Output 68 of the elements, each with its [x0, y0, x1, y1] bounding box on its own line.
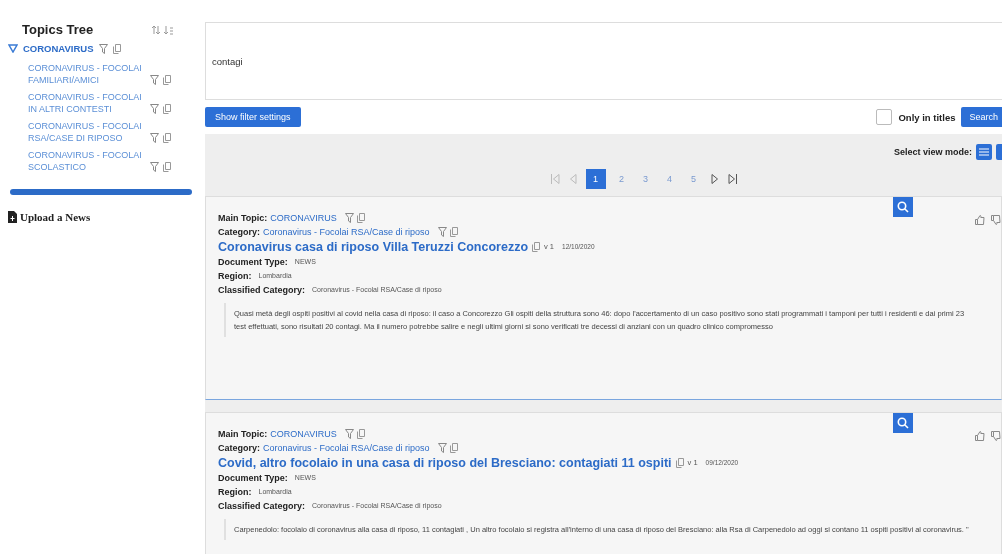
field-label: Classified Category:: [218, 284, 306, 297]
topic-link[interactable]: CORONAVIRUS: [270, 427, 337, 441]
copy-icon[interactable]: [163, 104, 171, 114]
last-page-icon[interactable]: [727, 173, 738, 185]
filter-icon[interactable]: [150, 133, 159, 143]
tree-item[interactable]: CORONAVIRUS: [23, 43, 94, 54]
category-link[interactable]: Coronavirus - Focolai RSA/Case di riposo: [263, 225, 430, 239]
page-button[interactable]: 5: [685, 169, 702, 189]
upload-link[interactable]: Upload a News: [20, 211, 91, 223]
copy-icon[interactable]: [532, 242, 541, 252]
copy-icon[interactable]: [357, 213, 366, 223]
field-label: Category:: [218, 226, 260, 239]
copy-icon[interactable]: [675, 458, 684, 468]
filter-icon[interactable]: [438, 443, 448, 453]
search-button[interactable]: [893, 197, 913, 217]
search-button[interactable]: [893, 413, 913, 433]
search-field[interactable]: contagi: [205, 22, 1002, 100]
thumbs-up-icon[interactable]: [975, 215, 985, 225]
view-mode-label: Select view mode:: [893, 147, 972, 157]
page-button[interactable]: 2: [613, 169, 630, 189]
copy-icon[interactable]: [163, 75, 171, 85]
thumbs-down-icon[interactable]: [991, 215, 1001, 225]
field-label: Main Topic:: [218, 428, 268, 441]
field-label: Document Type:: [218, 256, 288, 269]
copy-icon[interactable]: [163, 133, 171, 143]
field-label: Document Type:: [218, 472, 288, 485]
page-button[interactable]: 4: [661, 169, 678, 189]
filter-settings-button[interactable]: Show filter settings: [205, 107, 301, 127]
thumbs-down-icon[interactable]: [991, 431, 1001, 441]
filter-icon[interactable]: [345, 213, 355, 223]
article-title[interactable]: Covid, altro focolaio in una casa di riposo del Bresciano: contagiati 11 ospiti: [218, 455, 672, 471]
copy-icon[interactable]: [450, 443, 459, 453]
next-page-icon[interactable]: [709, 173, 720, 185]
list-icon: [979, 148, 989, 156]
copy-icon[interactable]: [163, 162, 171, 172]
document-icon[interactable]: [8, 211, 17, 223]
search-button[interactable]: Search: [961, 107, 1002, 127]
field-label: Main Topic:: [218, 212, 268, 225]
copy-icon[interactable]: [357, 429, 366, 439]
sort-icon[interactable]: [152, 24, 174, 35]
article-title[interactable]: Coronavirus casa di riposo Villa Teruzzi Concorezzo: [218, 239, 529, 255]
copy-icon[interactable]: [112, 43, 121, 54]
field-label: Region:: [218, 486, 252, 499]
thumbs-up-icon[interactable]: [975, 431, 985, 441]
filter-icon[interactable]: [98, 43, 108, 54]
field-label: Classified Category:: [218, 500, 306, 513]
filter-icon[interactable]: [438, 227, 448, 237]
tree-item[interactable]: CORONAVIRUS - FOCOLAI SCOLASTICO: [28, 149, 146, 173]
tree-item[interactable]: CORONAVIRUS - FOCOLAI FAMILIARI/AMICI: [28, 62, 146, 86]
filter-icon[interactable]: [150, 75, 159, 85]
page-button[interactable]: 3: [637, 169, 654, 189]
tree-item[interactable]: CORONAVIRUS - FOCOLAI RSA/CASE DI RIPOSO: [28, 120, 146, 144]
page-button[interactable]: 1: [585, 169, 606, 189]
field-label: Region:: [218, 270, 252, 283]
sidebar-title: Topics Tree: [22, 22, 94, 37]
first-page-icon[interactable]: [549, 173, 560, 185]
field-label: Category:: [218, 442, 260, 455]
category-link[interactable]: Coronavirus - Focolai RSA/Case di riposo: [263, 441, 430, 455]
tree-item[interactable]: CORONAVIRUS - FOCOLAI IN ALTRI CONTESTI: [28, 91, 146, 115]
topic-link[interactable]: CORONAVIRUS: [270, 211, 337, 225]
filter-icon[interactable]: [345, 429, 355, 439]
filter-icon[interactable]: [150, 104, 159, 114]
checkbox-label: Only in titles: [898, 111, 956, 123]
list-view-button[interactable]: [976, 144, 992, 160]
expand-triangle-icon[interactable]: [8, 44, 18, 53]
copy-icon[interactable]: [450, 227, 459, 237]
checkbox[interactable]: [876, 109, 893, 125]
filter-icon[interactable]: [150, 162, 159, 172]
